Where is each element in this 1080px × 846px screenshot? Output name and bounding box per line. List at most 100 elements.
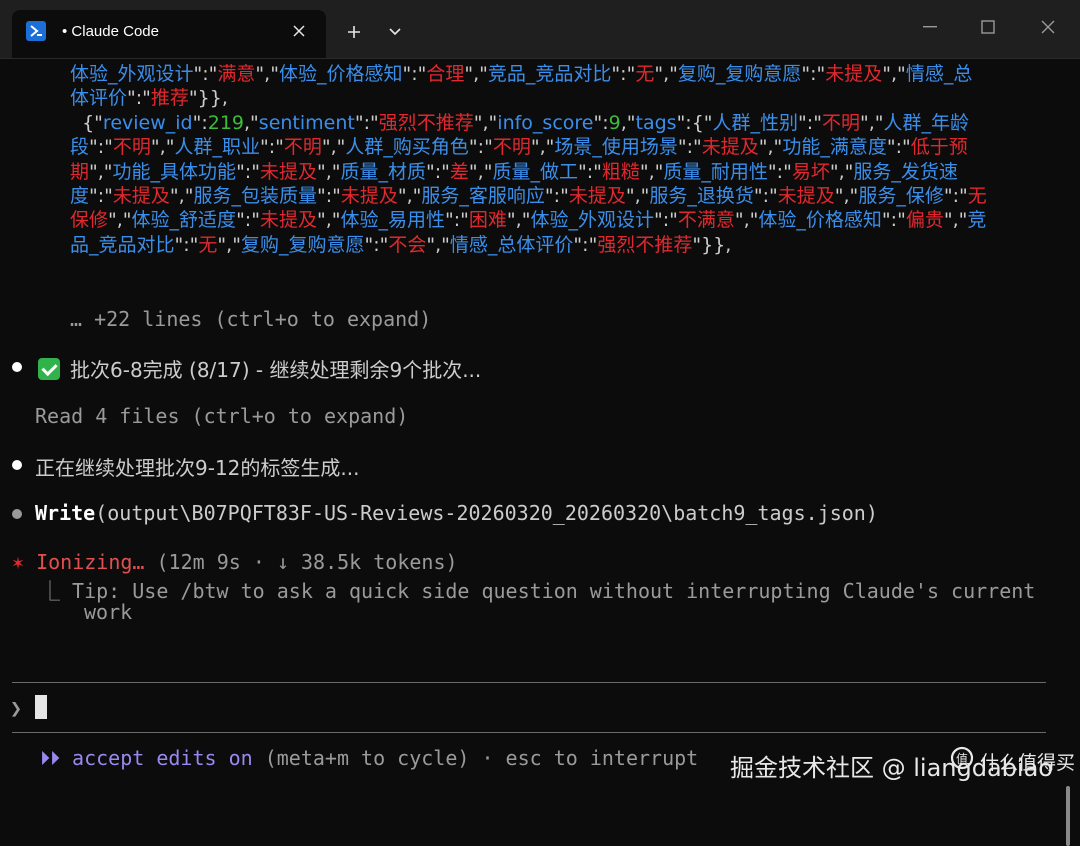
expand-hint[interactable]: … +22 lines (ctrl+o to expand) <box>70 307 431 331</box>
json-string: 困难 <box>468 209 507 232</box>
json-punct: ":" <box>753 185 778 208</box>
json-line: {"review_id":219,"sentiment":"强烈不推荐","in… <box>70 112 987 256</box>
write-tool-name: Write <box>35 501 96 525</box>
json-key: 人群_职业 <box>174 136 260 159</box>
json-line: 体验_外观设计":"满意","体验_价格感知":"合理","竞品_竞品对比":"… <box>70 63 972 109</box>
json-punct: "," <box>426 233 450 256</box>
status-bullet <box>12 362 22 372</box>
json-number: 9 <box>608 111 621 134</box>
minimize-icon[interactable] <box>915 14 945 40</box>
json-punct: ":" <box>677 136 702 159</box>
mode-label[interactable]: accept edits on <box>72 746 253 770</box>
json-key: 体验_价格感知 <box>758 209 882 232</box>
json-string: 未提及 <box>112 185 170 208</box>
json-string: 推荐 <box>150 87 189 110</box>
json-punct: "," <box>316 209 341 232</box>
json-punct: "," <box>829 160 854 183</box>
mode-arrows-icon: ⏵⏵ <box>40 746 60 770</box>
json-punct: ":" <box>544 185 569 208</box>
json-string: 不明 <box>821 111 860 134</box>
json-key: info_score <box>497 111 594 134</box>
mode-hint: (meta+m to cycle) · esc to interrupt <box>264 746 699 770</box>
json-string: 不会 <box>388 233 427 256</box>
json-punct: "," <box>150 136 175 159</box>
json-punct: "," <box>464 63 488 85</box>
json-punct: "}}, <box>692 233 732 256</box>
write-tool-path: (output\B07PQFT83F-US-Reviews-20260320_2… <box>95 501 878 525</box>
json-punct: "," <box>89 160 113 183</box>
json-string: 无 <box>198 233 218 256</box>
json-string: 满意 <box>217 63 256 85</box>
json-string: 未提及 <box>259 209 317 232</box>
json-punct: ":" <box>886 136 911 159</box>
new-tab-plus-icon[interactable] <box>342 20 366 44</box>
json-key: 体验_易用性 <box>340 209 446 232</box>
json-string: 不满意 <box>677 209 735 232</box>
json-punct: ":" <box>127 87 151 110</box>
prompt-top-divider <box>12 682 1046 683</box>
json-key: 服务_包装质量 <box>193 185 317 208</box>
json-key: 体验_舒适度 <box>131 209 237 232</box>
json-key: 情感_总体评价 <box>449 233 574 256</box>
json-key: tags <box>635 111 677 134</box>
json-punct: ":{" <box>676 111 713 134</box>
svg-text:值: 值 <box>956 751 968 766</box>
write-tool-line: Write(output\B07PQFT83F-US-Reviews-20260… <box>35 501 878 525</box>
scrollbar[interactable] <box>1066 786 1070 846</box>
json-key: 质量_材质 <box>340 160 427 183</box>
json-punct: {" <box>70 111 103 134</box>
read-files-line[interactable]: Read 4 files (ctrl+o to expand) <box>35 404 408 428</box>
json-key: sentiment <box>258 111 355 134</box>
batch-complete-line: 批次6-8完成 (8/17) - 继续处理剩余9个批次... <box>38 354 481 383</box>
json-punct: ":" <box>426 160 450 183</box>
tip-line: ⎿ Tip: Use /btw to ask a quick side ques… <box>40 575 1035 604</box>
window-close-icon[interactable] <box>1033 14 1063 40</box>
tip-line-wrap: work <box>84 600 133 624</box>
prompt-input-cursor[interactable] <box>35 695 47 719</box>
maximize-icon[interactable] <box>973 14 1003 40</box>
json-punct: ":" <box>259 136 284 159</box>
json-punct: ":" <box>236 209 260 232</box>
json-punct: "," <box>473 111 498 134</box>
json-string: 强烈不推荐 <box>597 233 693 256</box>
tab-close-icon[interactable] <box>288 20 310 42</box>
json-punct: ":" <box>767 160 792 183</box>
json-string: 无 <box>635 63 655 85</box>
powershell-icon <box>26 21 46 41</box>
json-punct: ":" <box>801 63 826 85</box>
json-number: 219 <box>207 111 245 134</box>
json-string: 未提及 <box>340 185 398 208</box>
json-punct: "," <box>882 63 906 85</box>
brand-text: 什么值得买 <box>980 752 1076 774</box>
json-punct: "," <box>108 209 132 232</box>
json-punct: ":" <box>611 63 636 85</box>
json-string: 未提及 <box>701 136 759 159</box>
json-punct: ":" <box>445 209 469 232</box>
json-punct: "," <box>654 63 678 85</box>
json-string: 易坏 <box>791 160 830 183</box>
batch-complete-text: 批次6-8完成 (8/17) - 继续处理剩余9个批次... <box>70 358 482 382</box>
json-punct: "}}, <box>188 87 228 110</box>
tab-claude-code[interactable]: • Claude Code <box>12 10 326 58</box>
json-punct: ":" <box>577 160 602 183</box>
json-punct: "," <box>321 136 346 159</box>
json-punct: "," <box>639 160 664 183</box>
json-punct: ":" <box>89 185 113 208</box>
json-output-block: 体验_外观设计":"满意","体验_价格感知":"合理","竞品_竞品对比":"… <box>70 62 990 257</box>
status-verb: Ionizing… <box>36 550 145 574</box>
tab-title: • Claude Code <box>62 23 159 40</box>
json-punct: ":" <box>943 185 968 208</box>
json-key: 体验_外观设计 <box>530 209 654 232</box>
json-punct: ":" <box>174 233 199 256</box>
json-string: 不明 <box>492 136 531 159</box>
json-punct: ":" <box>316 185 341 208</box>
json-key: 功能_具体功能 <box>112 160 237 183</box>
json-punct: "," <box>316 160 341 183</box>
chevron-down-icon[interactable] <box>383 20 407 44</box>
json-string: 不明 <box>112 136 151 159</box>
json-string: 未提及 <box>825 63 883 85</box>
json-punct: ":" <box>881 209 906 232</box>
check-mark-icon <box>38 358 60 380</box>
json-string: 强烈不推荐 <box>378 111 474 134</box>
continuing-line: 正在继续处理批次9-12的标签生成... <box>35 456 360 480</box>
